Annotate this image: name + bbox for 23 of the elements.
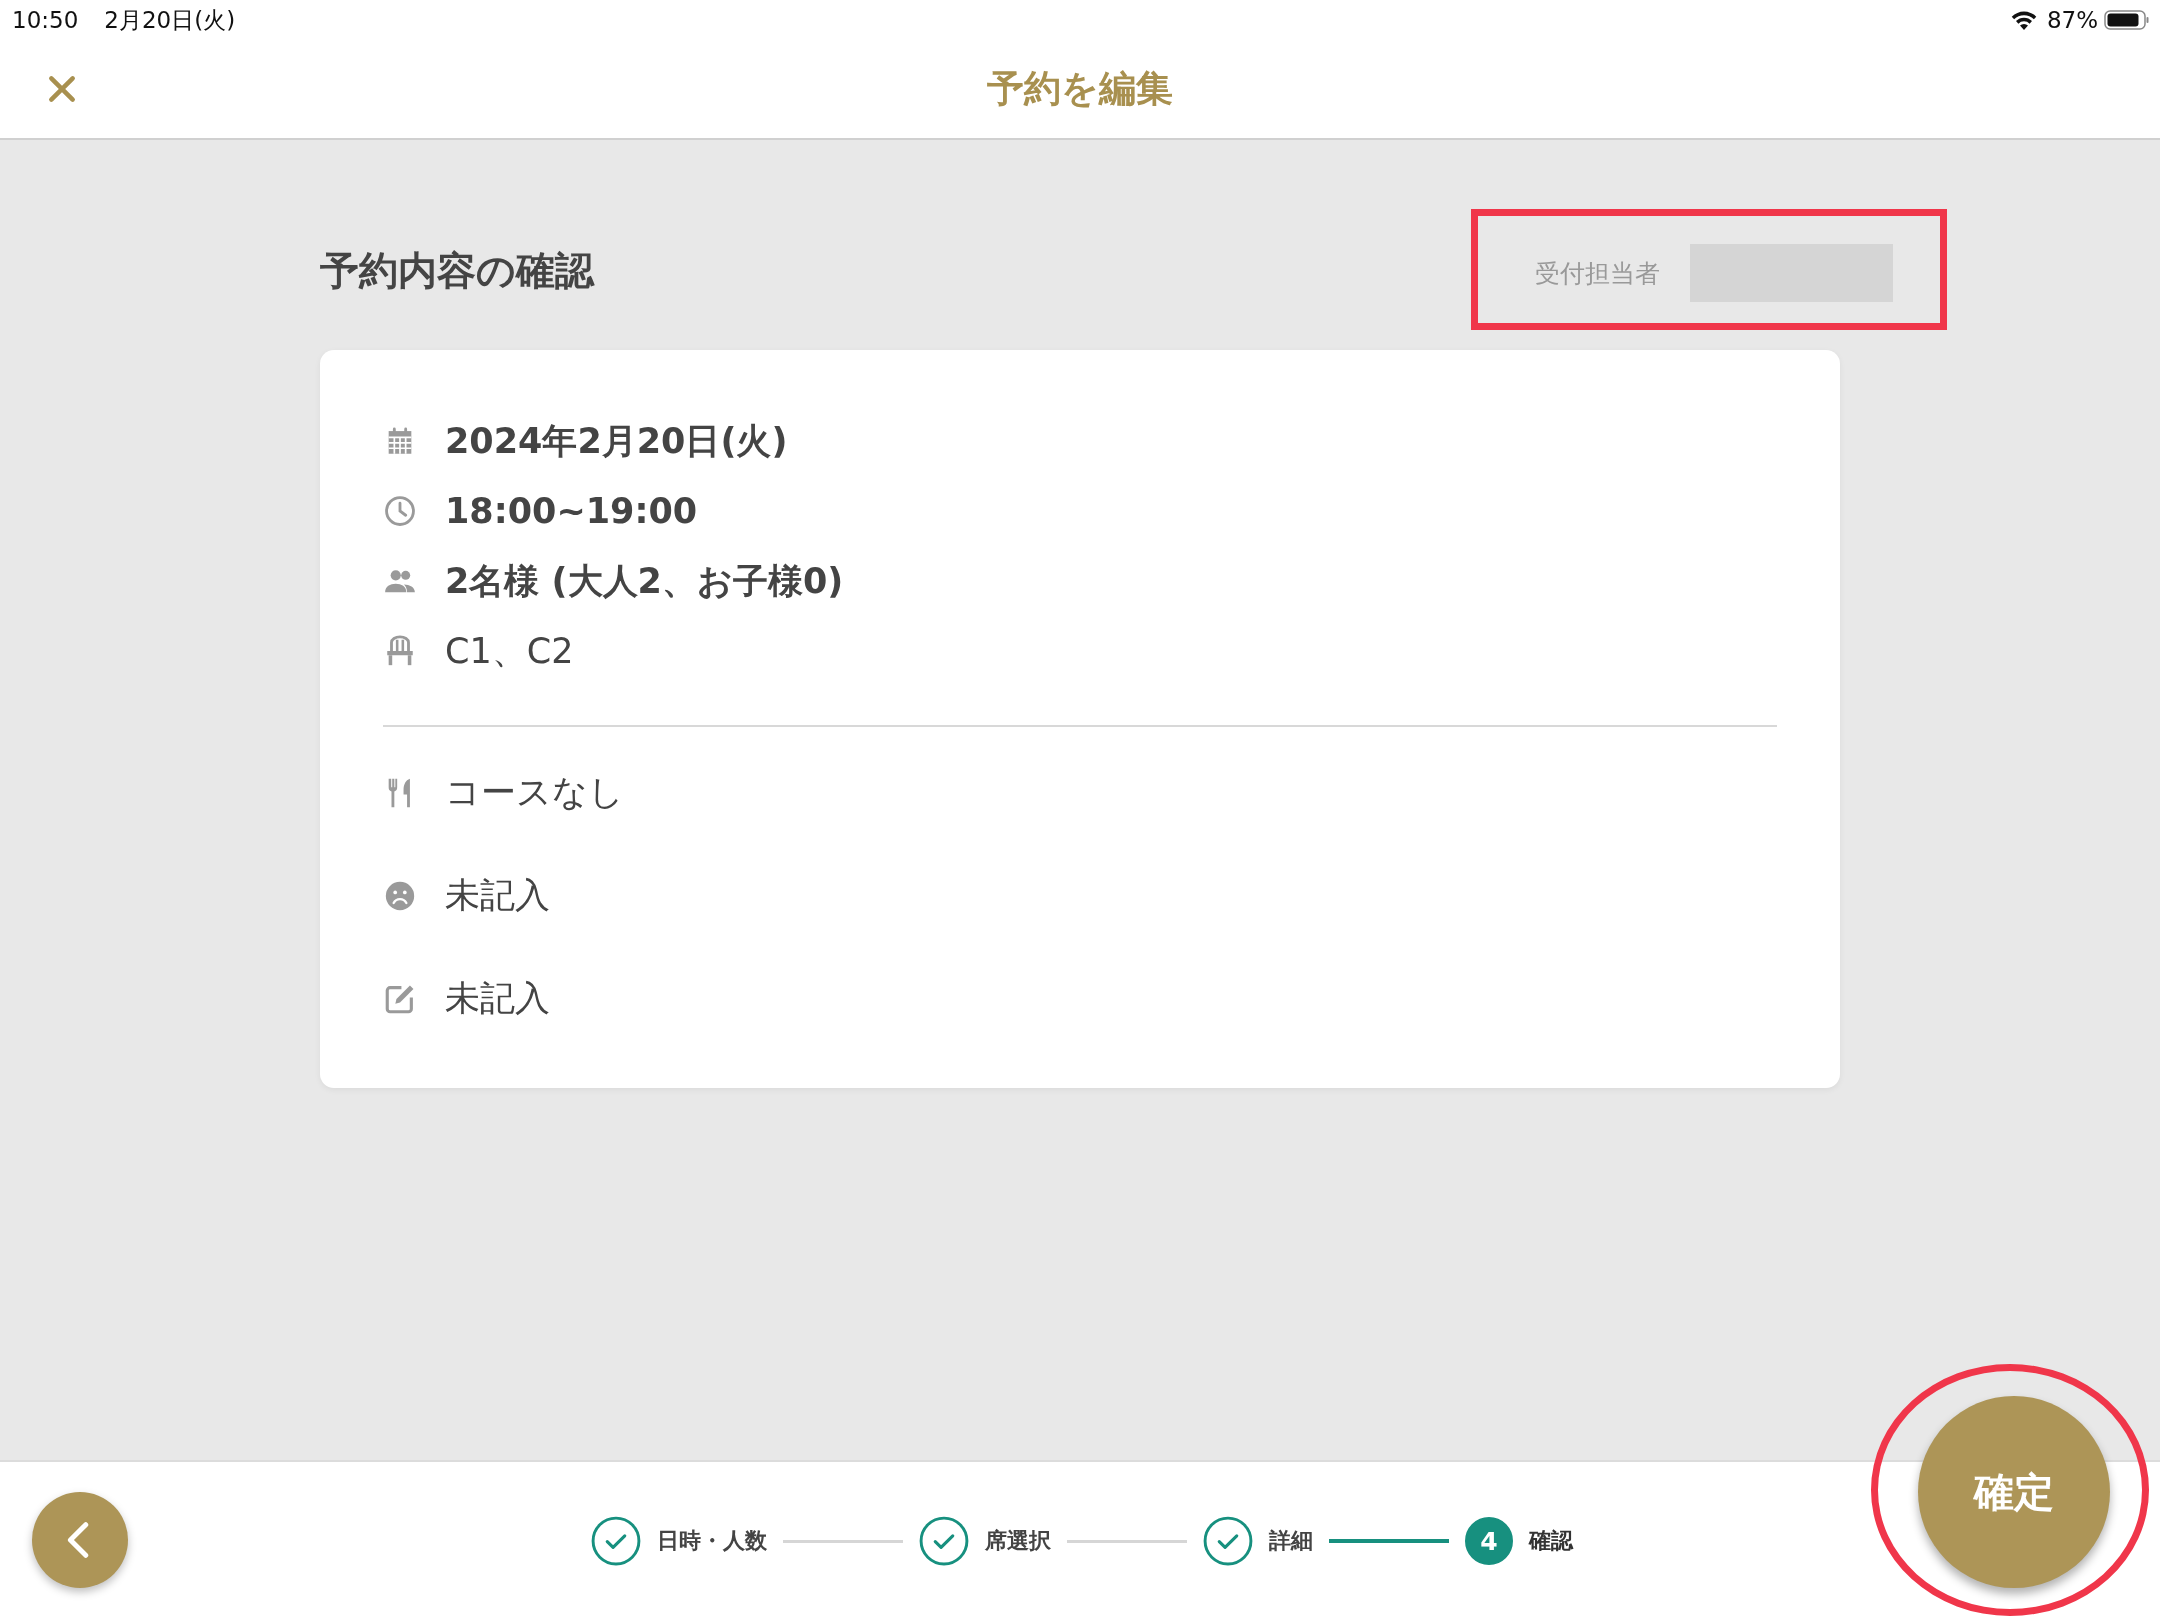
close-button[interactable] <box>46 73 78 105</box>
summary-text: 2024年2月20日(火) <box>445 419 788 463</box>
step-label: 日時・人数 <box>657 1527 767 1555</box>
status-time: 10:50 <box>12 7 79 33</box>
summary-text: 未記入 <box>445 874 550 917</box>
clock-icon <box>383 494 417 528</box>
battery-icon <box>2104 10 2150 30</box>
close-icon <box>46 73 78 105</box>
battery-percent: 87% <box>2046 7 2098 33</box>
section-title: 予約内容の確認 <box>320 247 594 295</box>
back-button[interactable] <box>32 1492 128 1588</box>
summary-text: C1、C2 <box>445 629 574 673</box>
step-number: 4 <box>1465 1517 1513 1565</box>
step-label: 詳細 <box>1269 1527 1313 1555</box>
step-label: 席選択 <box>985 1527 1051 1555</box>
page-title: 予約を編集 <box>986 66 1174 112</box>
summary-text: 2名様 (大人2、お子様0) <box>445 559 844 603</box>
summary-text: コースなし <box>445 771 624 814</box>
summary-text: 18:00~19:00 <box>445 491 698 531</box>
summary-text: 未記入 <box>445 977 550 1020</box>
field-label: 受付担当者 <box>1535 257 1660 290</box>
status-date: 2月20日(火) <box>104 5 236 35</box>
step-label: 確認 <box>1529 1527 1573 1555</box>
